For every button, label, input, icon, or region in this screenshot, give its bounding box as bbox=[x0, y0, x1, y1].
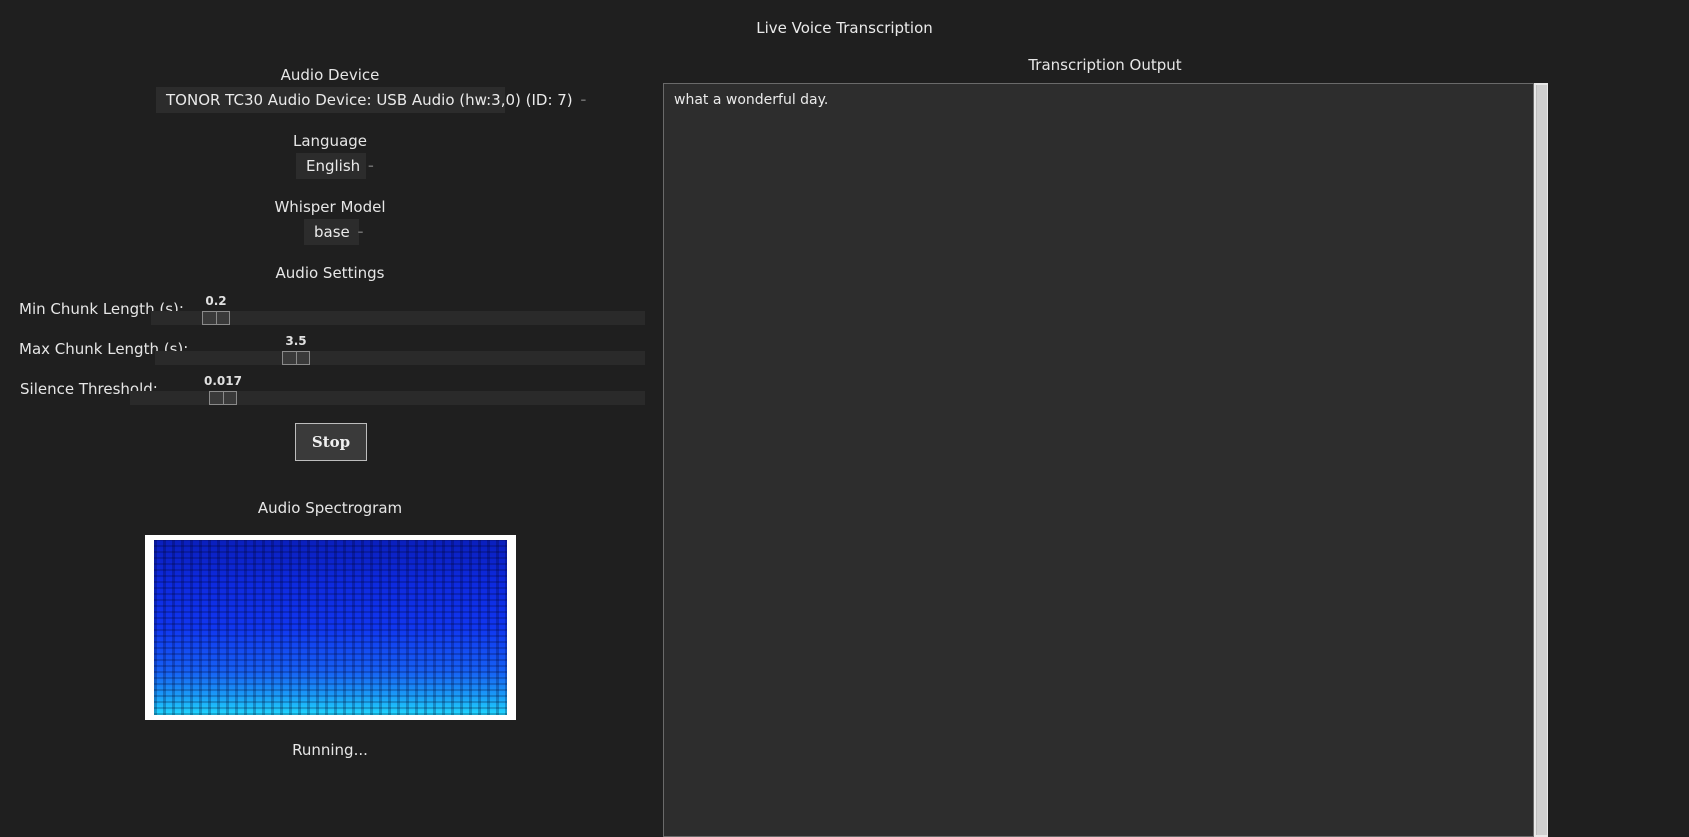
max-chunk-value: 3.5 bbox=[285, 334, 307, 348]
language-value: English bbox=[306, 157, 361, 175]
dropdown-indicator-icon: – bbox=[368, 159, 374, 172]
whisper-model-value: base bbox=[314, 223, 350, 241]
whisper-model-label: Whisper Model bbox=[274, 198, 386, 216]
spectrogram-frame bbox=[145, 535, 516, 720]
window-title: Live Voice Transcription bbox=[756, 19, 933, 37]
max-chunk-slider-thumb[interactable] bbox=[282, 351, 310, 365]
whisper-model-dropdown[interactable]: base – bbox=[304, 219, 363, 245]
transcription-output-label: Transcription Output bbox=[1028, 56, 1182, 74]
audio-device-dropdown[interactable]: TONOR TC30 Audio Device: USB Audio (hw:3… bbox=[156, 87, 586, 113]
transcription-output-textbox[interactable]: what a wonderful day. bbox=[663, 83, 1534, 837]
audio-device-label: Audio Device bbox=[280, 66, 380, 84]
dropdown-indicator-icon: – bbox=[580, 93, 587, 106]
transcription-text: what a wonderful day. bbox=[674, 92, 829, 108]
min-chunk-value: 0.2 bbox=[205, 294, 227, 308]
output-scrollbar-thumb[interactable] bbox=[1536, 85, 1547, 835]
silence-threshold-slider-thumb[interactable] bbox=[209, 391, 237, 405]
spectrogram-image bbox=[154, 540, 507, 715]
silence-threshold-value: 0.017 bbox=[204, 374, 242, 388]
min-chunk-slider[interactable] bbox=[151, 311, 645, 325]
stop-button[interactable]: Stop bbox=[295, 423, 367, 461]
spectrogram-label: Audio Spectrogram bbox=[257, 499, 403, 517]
audio-device-value: TONOR TC30 Audio Device: USB Audio (hw:3… bbox=[166, 91, 573, 109]
audio-settings-label: Audio Settings bbox=[275, 264, 385, 282]
dropdown-indicator-icon: – bbox=[357, 225, 364, 238]
language-label: Language bbox=[292, 132, 368, 150]
silence-threshold-slider[interactable] bbox=[130, 391, 645, 405]
min-chunk-slider-thumb[interactable] bbox=[202, 311, 230, 325]
language-dropdown[interactable]: English – bbox=[296, 153, 374, 179]
status-text: Running... bbox=[292, 741, 368, 759]
max-chunk-slider[interactable] bbox=[155, 351, 645, 365]
output-scrollbar[interactable] bbox=[1534, 83, 1548, 837]
